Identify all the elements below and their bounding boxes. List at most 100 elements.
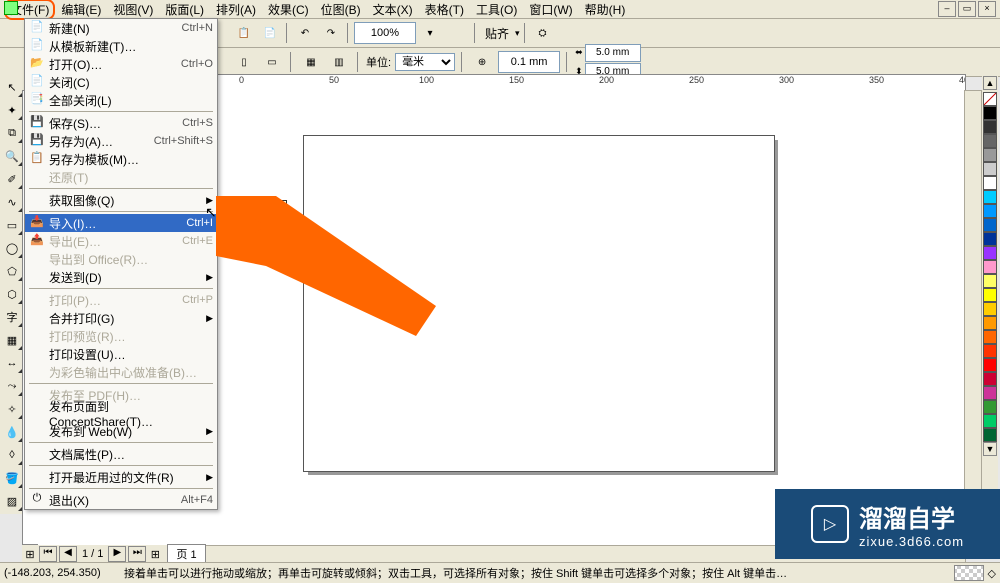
page-first-button[interactable]: ⏮ <box>39 546 57 562</box>
menu-table[interactable]: 表格(T) <box>419 0 470 19</box>
document-page[interactable] <box>303 135 775 472</box>
page-layout-icon[interactable]: ▦ <box>299 50 323 74</box>
palette-down-arrow[interactable]: ▼ <box>983 442 997 456</box>
menu-item-24[interactable]: ⏻退出(X)Alt+F4 <box>25 491 217 509</box>
color-swatch[interactable] <box>983 302 997 316</box>
color-swatch[interactable] <box>983 316 997 330</box>
page-prev-button[interactable]: ◀ <box>59 546 77 562</box>
menu-item-23[interactable]: 打开最近用过的文件(R)▶ <box>25 468 217 486</box>
copy-icon[interactable]: 📋 <box>232 21 256 45</box>
menu-item-10[interactable]: 📥导入(I)…Ctrl+I <box>25 214 217 232</box>
menu-item-3[interactable]: 📄关闭(C) <box>25 73 217 91</box>
vertical-scrollbar[interactable] <box>964 90 982 545</box>
menu-item-1[interactable]: 📄从模板新建(T)… <box>25 37 217 55</box>
ellipse-tool[interactable]: ◯ <box>1 237 23 259</box>
color-swatch[interactable] <box>983 330 997 344</box>
color-swatch[interactable] <box>983 400 997 414</box>
landscape-icon[interactable]: ▭ <box>260 50 284 74</box>
status-outline-icon[interactable]: ◇ <box>988 567 996 580</box>
redo-icon[interactable]: ↷ <box>319 21 343 45</box>
page-add2-icon[interactable]: ⊞ <box>147 548 163 561</box>
paste-icon[interactable]: 📄 <box>258 21 282 45</box>
smart-tool[interactable]: ∿ <box>1 191 23 213</box>
freehand-tool[interactable]: ✐ <box>1 168 23 190</box>
color-swatch[interactable] <box>983 428 997 442</box>
snap-dropdown-icon[interactable]: ▾ <box>515 28 520 39</box>
menu-item-20[interactable]: 发布页面到 ConceptShare(T)… <box>25 404 217 422</box>
menu-view[interactable]: 视图(V) <box>107 0 159 19</box>
page-last-button[interactable]: ⏭ <box>128 546 146 562</box>
menu-edit[interactable]: 编辑(E) <box>55 0 107 19</box>
color-swatch[interactable] <box>983 386 997 400</box>
ifill-tool[interactable]: ▨ <box>1 490 23 512</box>
menu-item-7[interactable]: 📋另存为模板(M)… <box>25 150 217 168</box>
options-icon[interactable]: ⛭ <box>531 21 555 45</box>
color-swatch[interactable] <box>983 148 997 162</box>
menu-arrange[interactable]: 排列(A) <box>210 0 262 19</box>
color-swatch[interactable] <box>983 204 997 218</box>
table-tool[interactable]: ▦ <box>1 329 23 351</box>
outline-tool[interactable]: ◊ <box>1 444 23 466</box>
undo-icon[interactable]: ↶ <box>293 21 317 45</box>
portrait-icon[interactable]: ▯ <box>232 50 256 74</box>
color-swatch[interactable] <box>983 414 997 428</box>
crop-tool[interactable]: ⧉ <box>1 122 23 144</box>
color-swatch[interactable] <box>983 162 997 176</box>
color-swatch[interactable] <box>983 358 997 372</box>
menu-layout[interactable]: 版面(L) <box>159 0 210 19</box>
color-swatch[interactable] <box>983 134 997 148</box>
eyedrop-tool[interactable]: 💧 <box>1 421 23 443</box>
menu-item-4[interactable]: 📑全部关闭(L) <box>25 91 217 109</box>
color-swatch[interactable] <box>983 288 997 302</box>
menu-item-13[interactable]: 发送到(D)▶ <box>25 268 217 286</box>
color-swatch[interactable] <box>983 106 997 120</box>
menu-item-6[interactable]: 💾另存为(A)…Ctrl+Shift+S <box>25 132 217 150</box>
connect-tool[interactable]: ⤳ <box>1 375 23 397</box>
zoom-level-input[interactable] <box>354 22 416 44</box>
color-swatch[interactable] <box>983 190 997 204</box>
color-swatch[interactable] <box>983 372 997 386</box>
palette-up-arrow[interactable]: ▲ <box>983 76 997 90</box>
nudge-input[interactable] <box>498 51 560 73</box>
menu-item-15[interactable]: 合并打印(G)▶ <box>25 309 217 327</box>
text-tool[interactable]: 字 <box>1 306 23 328</box>
menu-tools[interactable]: 工具(O) <box>470 0 523 19</box>
shape-tool[interactable]: ✦ <box>1 99 23 121</box>
rect-tool[interactable]: ▭ <box>1 214 23 236</box>
polygon-tool[interactable]: ⬠ <box>1 260 23 282</box>
dim-tool[interactable]: ↔ <box>1 352 23 374</box>
menu-effects[interactable]: 效果(C) <box>262 0 315 19</box>
page-next-button[interactable]: ▶ <box>108 546 126 562</box>
color-swatch[interactable] <box>983 274 997 288</box>
menu-help[interactable]: 帮助(H) <box>579 0 632 19</box>
menu-item-9[interactable]: 获取图像(Q)▶ <box>25 191 217 209</box>
menu-item-17[interactable]: 打印设置(U)… <box>25 345 217 363</box>
close-button[interactable]: × <box>978 1 996 17</box>
color-swatch[interactable] <box>983 344 997 358</box>
unit-select[interactable]: 毫米 <box>395 53 455 71</box>
status-fill-swatch[interactable] <box>954 565 984 581</box>
color-swatch[interactable] <box>983 260 997 274</box>
menu-item-5[interactable]: 💾保存(S)…Ctrl+S <box>25 114 217 132</box>
page-layout2-icon[interactable]: ▥ <box>327 50 351 74</box>
zoom-dropdown-icon[interactable]: ▾ <box>418 21 442 45</box>
menu-window[interactable]: 窗口(W) <box>523 0 578 19</box>
menu-item-22[interactable]: 文档属性(P)… <box>25 445 217 463</box>
page-tab[interactable]: 页 1 <box>167 544 205 564</box>
menu-bitmap[interactable]: 位图(B) <box>315 0 367 19</box>
fill-tool[interactable]: 🪣 <box>1 467 23 489</box>
effect-tool[interactable]: ✧ <box>1 398 23 420</box>
arrow-tool[interactable]: ↖ <box>1 76 23 98</box>
color-swatch[interactable] <box>983 232 997 246</box>
zoom-tool[interactable]: 🔍 <box>1 145 23 167</box>
menu-text[interactable]: 文本(X) <box>367 0 419 19</box>
color-swatch[interactable] <box>983 246 997 260</box>
menu-item-2[interactable]: 📂打开(O)…Ctrl+O <box>25 55 217 73</box>
menu-item-21[interactable]: 发布到 Web(W)▶ <box>25 422 217 440</box>
page-add-icon[interactable]: ⊞ <box>22 548 38 561</box>
color-swatch[interactable] <box>983 176 997 190</box>
no-color-swatch[interactable] <box>983 92 997 106</box>
restore-button[interactable]: ▭ <box>958 1 976 17</box>
minimize-button[interactable]: – <box>938 1 956 17</box>
color-swatch[interactable] <box>983 120 997 134</box>
